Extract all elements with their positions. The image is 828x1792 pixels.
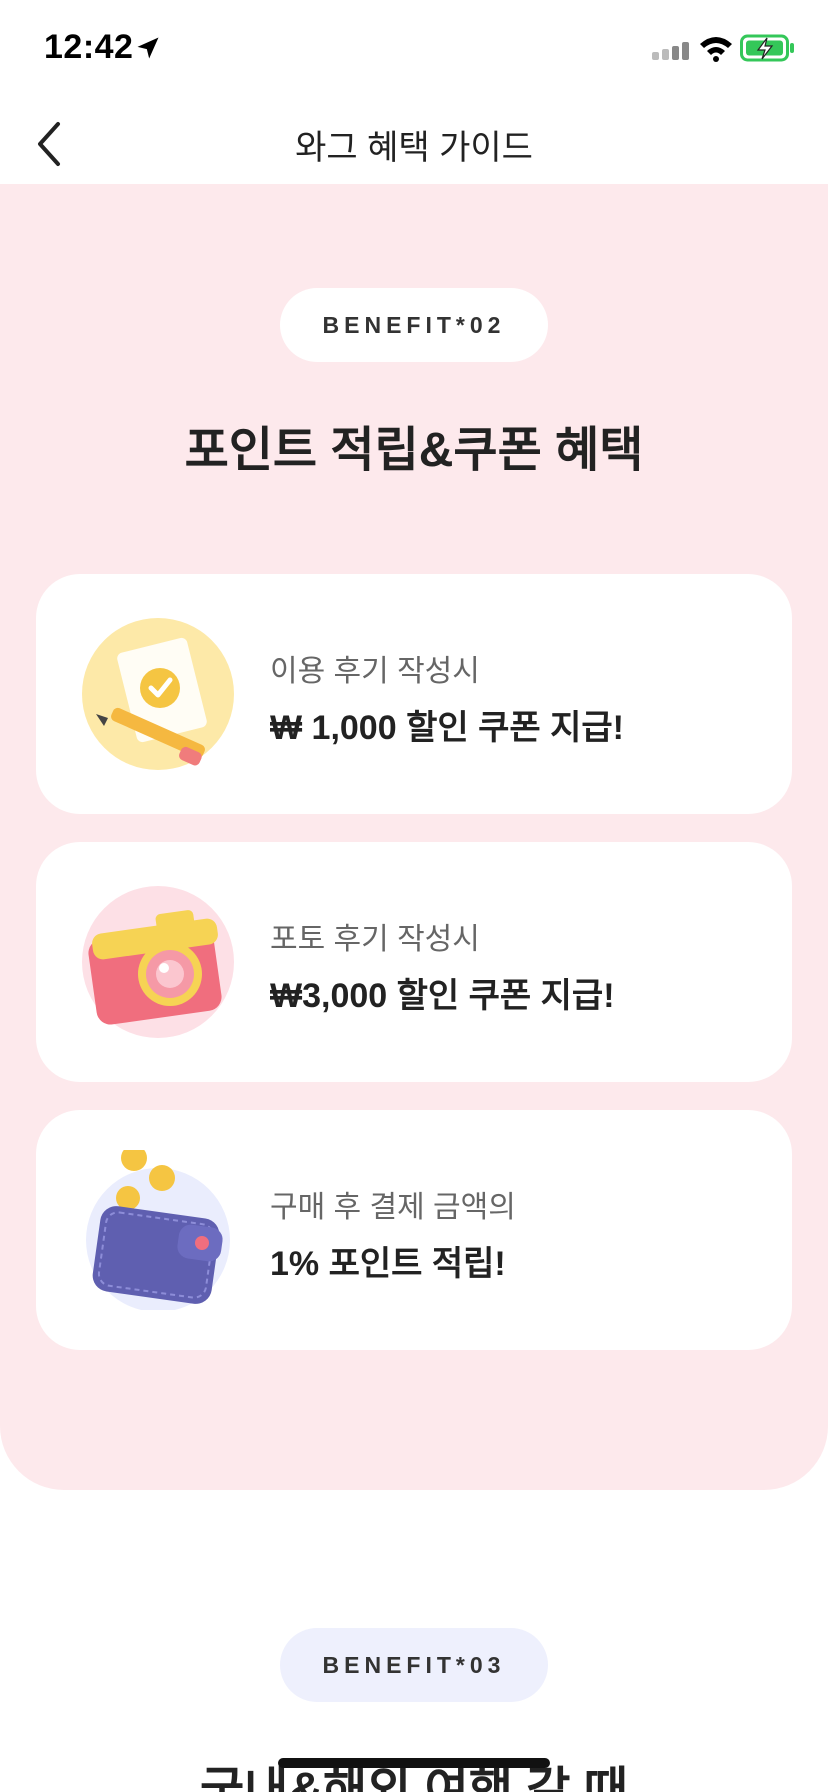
location-arrow-icon xyxy=(137,37,159,59)
card-subtitle: 이용 후기 작성시 xyxy=(270,655,480,688)
battery-charging-icon xyxy=(740,34,794,62)
navigation-bar: 와그 혜택 가이드 xyxy=(0,100,828,184)
benefit-card-points[interactable]: 구매 후 결제 금액의 1% 포인트 적립! xyxy=(36,1110,792,1350)
status-time: 12:42 xyxy=(44,28,134,66)
benefit-02-title: 포인트 적립&쿠폰 혜택 xyxy=(184,424,644,477)
card-subtitle: 포토 후기 작성시 xyxy=(270,923,480,956)
wifi-icon xyxy=(700,37,732,62)
home-indicator[interactable] xyxy=(278,1758,550,1768)
camera-icon xyxy=(82,886,234,1038)
card-headline: ₩3,000 할인 쿠폰 지급! xyxy=(270,977,615,1015)
benefit-card-photo-review[interactable]: 포토 후기 작성시 ₩3,000 할인 쿠폰 지급! xyxy=(36,842,792,1082)
card-headline: 1% 포인트 적립! xyxy=(270,1245,506,1283)
page-title: 와그 혜택 가이드 xyxy=(295,129,533,167)
wallet-coins-icon xyxy=(86,1150,230,1310)
review-pencil-icon xyxy=(82,618,234,770)
benefit-03-badge: BENEFIT*03 xyxy=(280,1628,548,1702)
cellular-signal-icon xyxy=(652,42,689,60)
card-subtitle: 구매 후 결제 금액의 xyxy=(270,1191,516,1224)
benefit-03-title: 국내&해외 여행 갈 때 xyxy=(200,1764,628,1792)
benefit-02-badge: BENEFIT*02 xyxy=(280,288,548,362)
card-headline: ₩ 1,000 할인 쿠폰 지급! xyxy=(270,709,624,747)
status-bar: 12:42 xyxy=(0,0,828,100)
benefit-card-review[interactable]: 이용 후기 작성시 ₩ 1,000 할인 쿠폰 지급! xyxy=(36,574,792,814)
benefit-02-section: BENEFIT*02 포인트 적립&쿠폰 혜택 이용 후기 작성시 ₩ 1,00… xyxy=(0,184,828,1490)
